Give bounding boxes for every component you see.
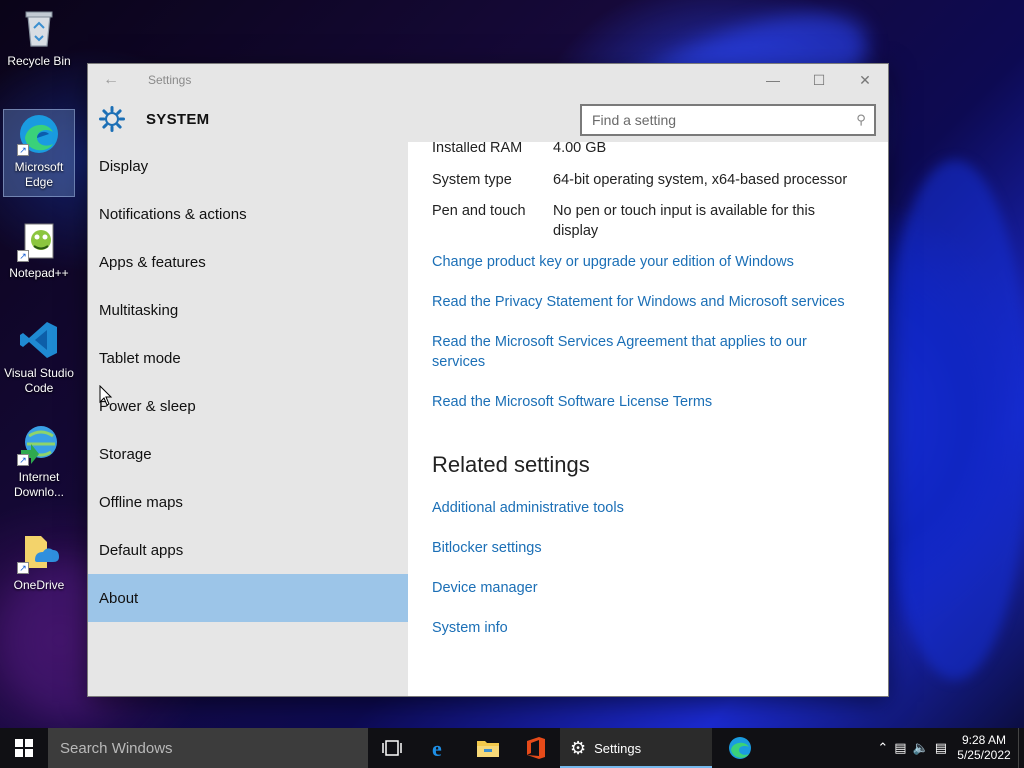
- action-center-icon[interactable]: ▤: [932, 740, 950, 756]
- svg-text:e: e: [432, 736, 442, 760]
- link-system-info[interactable]: System info: [432, 618, 872, 638]
- sidebar-item-about[interactable]: About: [88, 574, 408, 622]
- about-content: Installed RAM 4.00 GB System type 64-bit…: [408, 142, 888, 696]
- clock-time: 9:28 AM: [961, 733, 1007, 747]
- link-change-product-key[interactable]: Change product key or upgrade your editi…: [432, 252, 872, 272]
- sidebar-item-power-sleep[interactable]: Power & sleep: [88, 382, 408, 430]
- settings-window: ← Settings — ☐ ✕ SYSTEM ⚲ Display Notifi…: [88, 64, 888, 696]
- gear-icon: ⚙: [570, 737, 587, 758]
- property-label: System type: [432, 172, 512, 188]
- desktop-icon-label: Microsoft Edge: [14, 160, 64, 189]
- onedrive-icon: ↗: [17, 530, 61, 574]
- chevron-up-icon[interactable]: ⌃: [874, 740, 891, 756]
- start-button[interactable]: [0, 728, 48, 768]
- task-view-icon[interactable]: [368, 728, 416, 768]
- edge-taskbar-icon[interactable]: e: [416, 728, 464, 768]
- settings-header: SYSTEM ⚲: [88, 96, 888, 142]
- sidebar-item-notifications-actions[interactable]: Notifications & actions: [88, 190, 408, 238]
- desktop-icon-recycle-bin[interactable]: Recycle Bin: [4, 6, 74, 69]
- desktop-icon-internet-download-manager[interactable]: ↗ Internet Downlo...: [4, 422, 74, 500]
- property-row: Pen and touch No pen or touch input is a…: [432, 201, 863, 241]
- window-controls: — ☐ ✕: [750, 64, 888, 96]
- desktop-icon-label: Internet Downlo...: [13, 470, 65, 499]
- sidebar-item-apps-features[interactable]: Apps & features: [88, 238, 408, 286]
- shortcut-arrow-icon: ↗: [17, 562, 29, 574]
- desktop-icon-label: Visual Studio Code: [4, 366, 74, 395]
- desktop-icon-label: OneDrive: [13, 578, 65, 592]
- title-bar[interactable]: ← Settings — ☐ ✕: [88, 64, 888, 96]
- link-privacy-statement[interactable]: Read the Privacy Statement for Windows a…: [432, 292, 872, 312]
- system-tray: ⌃ ▤ 🔈 ▤ 9:28 AM 5/25/2022: [874, 728, 1024, 768]
- shortcut-arrow-icon: ↗: [17, 454, 29, 466]
- link-license-terms[interactable]: Read the Microsoft Software License Term…: [432, 392, 872, 412]
- back-arrow-icon[interactable]: ←: [88, 64, 134, 96]
- settings-body: Display Notifications & actions Apps & f…: [88, 142, 888, 696]
- shortcut-arrow-icon: ↗: [17, 250, 29, 262]
- property-label: Installed RAM: [432, 142, 523, 156]
- sidebar-item-display[interactable]: Display: [88, 142, 408, 190]
- find-setting-search[interactable]: ⚲: [580, 104, 876, 136]
- notepad-plus-plus-icon: ↗: [17, 218, 61, 262]
- wallpaper-streak: [880, 160, 1024, 680]
- related-settings-heading: Related settings: [432, 452, 590, 477]
- taskbar-search-box[interactable]: Search Windows: [48, 728, 368, 768]
- property-row: System type 64-bit operating system, x64…: [432, 170, 863, 190]
- desktop-icon-label: Recycle Bin: [7, 54, 71, 68]
- link-device-manager[interactable]: Device manager: [432, 578, 872, 598]
- close-icon[interactable]: ✕: [842, 64, 888, 96]
- link-administrative-tools[interactable]: Additional administrative tools: [432, 498, 872, 518]
- taskbar-app-label: Settings: [594, 740, 642, 756]
- volume-muted-icon[interactable]: 🔈: [910, 740, 932, 756]
- shortcut-arrow-icon: ↗: [17, 144, 29, 156]
- windows-logo-icon: [15, 739, 33, 757]
- sidebar-item-storage[interactable]: Storage: [88, 430, 408, 478]
- property-value: 4.00 GB: [553, 142, 607, 156]
- property-value: 64-bit operating system, x64-based proce…: [553, 172, 848, 188]
- network-icon[interactable]: ▤: [891, 740, 909, 756]
- edge-chromium-icon[interactable]: [716, 728, 764, 768]
- sidebar-item-default-apps[interactable]: Default apps: [88, 526, 408, 574]
- desktop-icon-onedrive[interactable]: ↗ OneDrive: [4, 530, 74, 593]
- taskbar-settings-app[interactable]: ⚙ Settings: [560, 728, 712, 768]
- vscode-icon: [17, 318, 61, 362]
- desktop-icon-microsoft-edge[interactable]: ↗ Microsoft Edge: [3, 109, 75, 197]
- sidebar-item-tablet-mode[interactable]: Tablet mode: [88, 334, 408, 382]
- clock-date: 5/25/2022: [957, 748, 1011, 762]
- property-label: Pen and touch: [432, 203, 526, 219]
- edge-icon: ↗: [17, 112, 61, 156]
- taskbar: Search Windows e ⚙ Settings ⌃ ▤ 🔈 ▤ 9:28…: [0, 728, 1024, 768]
- link-bitlocker-settings[interactable]: Bitlocker settings: [432, 538, 872, 558]
- search-input[interactable]: [592, 112, 848, 128]
- sidebar: Display Notifications & actions Apps & f…: [88, 142, 408, 696]
- property-row: Installed RAM 4.00 GB: [432, 142, 863, 158]
- page-title: SYSTEM: [146, 110, 210, 128]
- minimize-icon[interactable]: —: [750, 64, 796, 96]
- recycle-bin-icon: [17, 6, 61, 50]
- desktop-icon-notepad-plus-plus[interactable]: ↗ Notepad++: [4, 218, 74, 281]
- file-explorer-icon[interactable]: [464, 728, 512, 768]
- desktop-icon-label: Notepad++: [9, 266, 69, 280]
- clock[interactable]: 9:28 AM 5/25/2022: [950, 733, 1018, 763]
- show-desktop-button[interactable]: [1018, 728, 1024, 768]
- desktop-icon-visual-studio-code[interactable]: Visual Studio Code: [4, 318, 74, 396]
- internet-download-manager-icon: ↗: [17, 422, 61, 466]
- search-icon[interactable]: ⚲: [848, 112, 874, 128]
- mouse-pointer-icon: [99, 385, 113, 406]
- gear-icon: [99, 106, 125, 132]
- office-icon[interactable]: [512, 728, 560, 768]
- property-value: No pen or touch input is available for t…: [553, 203, 815, 239]
- sidebar-item-offline-maps[interactable]: Offline maps: [88, 478, 408, 526]
- window-title: Settings: [148, 73, 192, 87]
- sidebar-item-multitasking[interactable]: Multitasking: [88, 286, 408, 334]
- link-services-agreement[interactable]: Read the Microsoft Services Agreement th…: [432, 332, 832, 372]
- maximize-icon[interactable]: ☐: [796, 64, 842, 96]
